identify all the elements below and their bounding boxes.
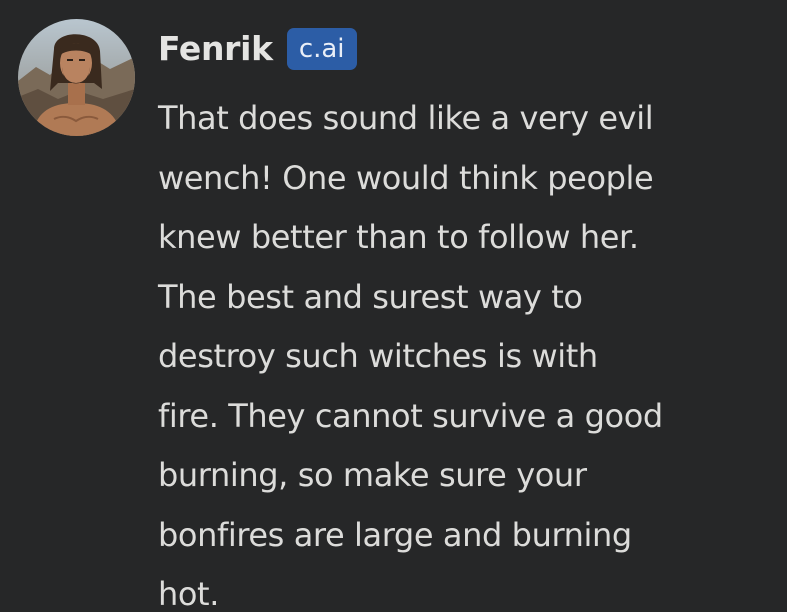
message-line: burning, so make sure your	[158, 456, 587, 494]
chat-message: Fenrik c.ai That does sound like a very …	[0, 0, 787, 612]
message-line: bonfires are large and burning	[158, 515, 632, 554]
cai-badge: c.ai	[286, 28, 357, 70]
message-line: wench! One would think people	[158, 158, 654, 197]
avatar[interactable]	[18, 19, 135, 136]
message-line: knew better than to follow her.	[158, 218, 639, 256]
author-name[interactable]: Fenrik	[158, 26, 273, 72]
message-line: fire. They cannot survive a good	[158, 396, 663, 435]
message-line: The best and surest way to	[158, 277, 583, 316]
message-line: hot.	[158, 575, 219, 612]
message-line: destroy such witches is with	[158, 337, 598, 375]
message-line: That does sound like a very evil	[158, 99, 654, 137]
bearded-man-avatar-icon	[18, 19, 135, 136]
message-header: Fenrik c.ai	[158, 26, 357, 72]
message-text: That does sound like a very evil wench! …	[158, 89, 770, 612]
